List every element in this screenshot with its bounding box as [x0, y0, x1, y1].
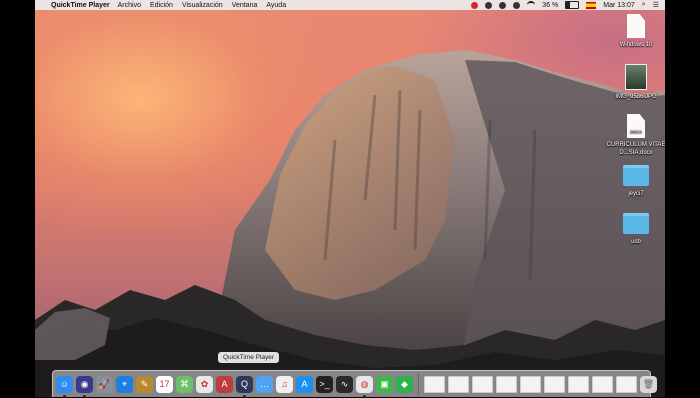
bluetooth-icon[interactable] — [513, 1, 521, 9]
dock-document-thumbnail[interactable] — [496, 375, 517, 393]
desktop-icon-label: usb — [631, 239, 641, 245]
folder-icon — [623, 213, 649, 234]
notes-icon[interactable]: ✎ — [136, 375, 153, 393]
desktop-icon-windows10[interactable]: Windows 10 — [606, 14, 665, 49]
notification-center-icon[interactable]: ☰ — [653, 1, 659, 9]
calendar-icon[interactable]: 17 — [156, 375, 173, 393]
wifi-icon[interactable] — [527, 1, 536, 9]
appstore-icon[interactable]: A — [296, 375, 313, 393]
finder-icon[interactable]: ☺ — [56, 375, 73, 398]
running-indicator — [63, 394, 66, 398]
maps-icon[interactable]: ⌘ — [176, 375, 193, 393]
desktop-icon-label: Windows 10 — [619, 42, 653, 48]
launchpad-icon[interactable]: 🚀 — [96, 375, 113, 393]
textedit-icon[interactable]: A — [216, 375, 233, 393]
dock-separator — [418, 374, 419, 394]
menu-ayuda[interactable]: Ayuda — [266, 2, 286, 9]
terminal-icon[interactable]: >_ — [316, 375, 333, 393]
document-icon — [627, 14, 645, 38]
dock-document-thumbnail[interactable] — [520, 375, 541, 393]
activity-monitor-icon[interactable]: ∿ — [336, 375, 353, 393]
dock-document-thumbnail[interactable] — [592, 375, 613, 393]
cloud-icon[interactable] — [499, 1, 507, 9]
menu-visualizacion[interactable]: Visualización — [182, 2, 223, 9]
dock: ☺ ◉ 🚀 ⌖ ✎ 17 ⌘ ✿ A Q… ♫ A >_ ∿ ◍ ▣ ◆ 🗑 — [52, 370, 657, 398]
dock-document-thumbnail[interactable] — [616, 375, 637, 393]
running-indicator — [243, 394, 246, 398]
menu-edicion[interactable]: Edición — [150, 2, 173, 9]
siri-icon[interactable]: ◉ — [76, 375, 93, 398]
desktop-icon-usb[interactable]: usb — [606, 213, 665, 246]
dock-document-thumbnail[interactable] — [544, 375, 565, 393]
facetime-icon[interactable]: ▣ — [376, 375, 393, 393]
messages-icon[interactable]: … — [256, 375, 273, 393]
dock-document-thumbnail[interactable] — [448, 375, 469, 393]
image-file-icon — [625, 64, 647, 90]
desktop-icon-jeyci7[interactable]: jeyci7 — [606, 165, 665, 198]
desktop-icon-label: jeyci7 — [628, 191, 644, 197]
itunes-icon[interactable]: ♫ — [276, 375, 293, 393]
app-menu[interactable]: QuickTime Player — [51, 2, 110, 9]
docx-tag: DOCX — [630, 129, 642, 134]
feedly-icon[interactable]: ◆ — [396, 375, 413, 393]
menu-ventana[interactable]: Ventana — [232, 2, 258, 9]
battery-percent[interactable]: 36 % — [542, 2, 558, 9]
menu-bar: QuickTime Player Archivo Edición Visuali… — [35, 0, 665, 10]
photos-icon[interactable]: ✿ — [196, 375, 213, 393]
dock-document-thumbnail[interactable] — [472, 375, 493, 393]
running-indicator — [83, 394, 86, 398]
chrome-icon[interactable]: ◍ — [356, 375, 373, 398]
running-indicator — [363, 394, 366, 398]
desktop-icon-curriculum[interactable]: DOCX CURRICULUM VITAE D...SIA.docx — [606, 114, 665, 157]
wallpaper-mountain — [35, 50, 665, 397]
quicktime-icon[interactable]: Q — [236, 375, 253, 398]
desktop-icon-img[interactable]: IMG_9586.JPG — [606, 64, 665, 101]
record-icon[interactable] — [471, 1, 479, 9]
menu-extra-icon[interactable] — [485, 1, 493, 9]
dock-document-thumbnail[interactable] — [568, 375, 589, 393]
folder-icon — [623, 165, 649, 186]
trash-icon[interactable]: 🗑 — [640, 375, 657, 393]
status-area: 36 % Mar 13:07 ⌕ ☰ — [471, 1, 659, 9]
safari-icon[interactable]: ⌖ — [116, 375, 133, 393]
desktop-icon-label: CURRICULUM VITAE D...SIA.docx — [606, 142, 665, 156]
clock[interactable]: Mar 13:07 — [603, 2, 635, 9]
input-source-icon[interactable] — [586, 1, 597, 9]
battery-icon[interactable] — [565, 1, 580, 9]
dock-tooltip: QuickTime Player — [218, 352, 280, 363]
spotlight-icon[interactable]: ⌕ — [642, 1, 646, 9]
desktop: QuickTime Player Archivo Edición Visuali… — [35, 0, 665, 397]
desktop-icon-label: IMG_9586.JPG — [615, 94, 657, 100]
menu-archivo[interactable]: Archivo — [118, 2, 141, 9]
dock-document-thumbnail[interactable] — [424, 375, 445, 393]
docx-icon: DOCX — [627, 114, 645, 138]
